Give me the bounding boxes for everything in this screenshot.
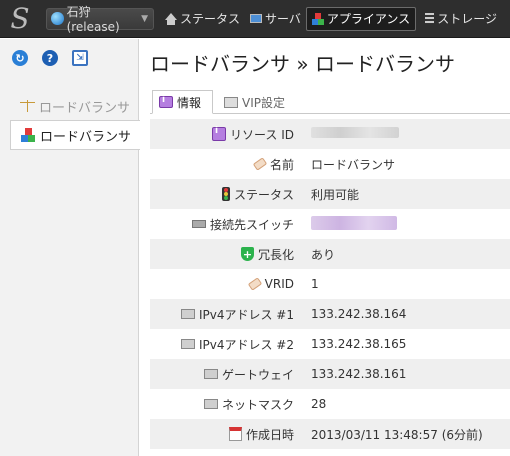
tab-vip-settings[interactable]: VIP設定 bbox=[218, 90, 291, 114]
vip-icon bbox=[224, 96, 238, 108]
nav-appliance-label: アプライアンス bbox=[326, 12, 411, 26]
sidebar-item-label: ロードバランサ bbox=[39, 100, 131, 116]
detail-value: 133.242.38.164 bbox=[311, 307, 407, 321]
tag-icon bbox=[247, 277, 262, 291]
switch-icon bbox=[191, 220, 206, 228]
calendar-icon bbox=[228, 427, 242, 441]
help-icon[interactable]: ? bbox=[42, 50, 58, 66]
detail-value: 133.242.38.161 bbox=[311, 367, 407, 381]
nav-storage[interactable]: ストレージ bbox=[420, 0, 502, 38]
detail-label: VRID bbox=[264, 277, 294, 291]
nav-appliance[interactable]: アプライアンス bbox=[305, 6, 417, 31]
blocks-icon bbox=[21, 127, 36, 143]
tab-vip-label: VIP設定 bbox=[242, 95, 285, 110]
tag-icon bbox=[252, 157, 268, 171]
details-table: リソース ID 名前 ロードバランサ ステータス 利用可能 接続先スイッチ +冗… bbox=[150, 119, 510, 449]
nav-server[interactable]: サーバ bbox=[245, 0, 306, 38]
scale-icon bbox=[20, 99, 35, 113]
detail-row-vrid: VRID 1 bbox=[150, 269, 510, 299]
redacted-resource-id bbox=[311, 127, 399, 138]
detail-row-resource-id: リソース ID bbox=[150, 119, 510, 149]
nic-icon bbox=[180, 309, 195, 319]
info-icon bbox=[212, 126, 226, 141]
detail-label: IPv4アドレス #1 bbox=[198, 307, 294, 322]
nic-icon bbox=[203, 399, 218, 409]
redacted-switch-link[interactable] bbox=[311, 215, 397, 230]
detail-label: 冗長化 bbox=[257, 247, 294, 262]
storage-icon bbox=[425, 13, 435, 24]
detail-row-ipv4-1: IPv4アドレス #1 133.242.38.164 bbox=[150, 299, 510, 329]
info-icon bbox=[159, 95, 173, 108]
tab-info[interactable]: 情報 bbox=[152, 90, 213, 114]
detail-label: ネットマスク bbox=[221, 397, 294, 412]
detail-label: ゲートウェイ bbox=[221, 367, 294, 382]
nav-storage-label: ストレージ bbox=[437, 12, 497, 26]
zone-selector[interactable]: 石狩(release) ▼ bbox=[46, 5, 154, 34]
sidebar-item-loadbalancer[interactable]: ロードバランサ bbox=[10, 120, 140, 150]
detail-value: 2013/03/11 13:48:57 (6分前) bbox=[311, 427, 483, 442]
detail-label: リソース ID bbox=[230, 127, 294, 142]
zone-label: 石狩(release) bbox=[66, 5, 120, 34]
app-logo[interactable]: S bbox=[0, 0, 40, 38]
nav-status[interactable]: ステータス bbox=[160, 0, 245, 38]
nic-icon bbox=[203, 369, 218, 379]
detail-row-redundancy: + 冗長化 あり bbox=[150, 239, 510, 269]
detail-row-switch: 接続先スイッチ bbox=[150, 209, 510, 239]
detail-value: 1 bbox=[311, 277, 319, 291]
nav-status-label: ステータス bbox=[180, 12, 241, 26]
nav-server-label: サーバ bbox=[265, 12, 301, 26]
detail-value: 28 bbox=[311, 397, 327, 411]
detail-value: ロードバランサ bbox=[311, 157, 396, 172]
new-window-icon[interactable]: ⇲ bbox=[72, 50, 88, 66]
chevron-down-icon: ▼ bbox=[141, 13, 148, 24]
home-icon bbox=[165, 13, 177, 25]
detail-row-gateway: ゲートウェイ 133.242.38.161 bbox=[150, 359, 510, 389]
detail-label: IPv4アドレス #2 bbox=[198, 337, 294, 352]
blocks-icon bbox=[311, 12, 324, 25]
traffic-light-icon bbox=[221, 187, 230, 201]
detail-value: 利用可能 bbox=[311, 187, 360, 202]
sidebar-item-loadbalancer-category[interactable]: ロードバランサ bbox=[10, 91, 139, 121]
detail-row-created-at: 作成日時 2013/03/11 13:48:57 (6分前) bbox=[150, 419, 510, 449]
detail-label: 接続先スイッチ bbox=[209, 217, 294, 232]
detail-label: 名前 bbox=[269, 157, 294, 172]
tab-bar: 情報 VIP設定 bbox=[150, 90, 510, 114]
detail-row-netmask: ネットマスク 28 bbox=[150, 389, 510, 419]
shield-icon: + bbox=[240, 247, 254, 261]
sidebar-item-label: ロードバランサ bbox=[40, 129, 132, 145]
sidebar-toolbar: ↻ ? ⇲ bbox=[0, 39, 138, 77]
detail-row-name: 名前 ロードバランサ bbox=[150, 149, 510, 179]
detail-value: 133.242.38.165 bbox=[311, 337, 407, 351]
page-title: ロードバランサ » ロードバランサ bbox=[150, 52, 455, 76]
monitor-icon bbox=[250, 14, 263, 23]
detail-row-status: ステータス 利用可能 bbox=[150, 179, 510, 209]
sidebar: ↻ ? ⇲ ロードバランサ ロードバランサ bbox=[0, 39, 140, 456]
top-navigation-bar: S 石狩(release) ▼ ステータス サーバ アプライアンス ストレージ bbox=[0, 0, 510, 38]
detail-value: あり bbox=[311, 247, 336, 262]
nic-icon bbox=[180, 339, 195, 349]
detail-row-ipv4-2: IPv4アドレス #2 133.242.38.165 bbox=[150, 329, 510, 359]
detail-label: ステータス bbox=[233, 187, 294, 202]
refresh-icon[interactable]: ↻ bbox=[12, 50, 28, 66]
detail-label: 作成日時 bbox=[245, 427, 294, 442]
tab-info-label: 情報 bbox=[177, 95, 202, 110]
globe-icon bbox=[51, 12, 64, 25]
